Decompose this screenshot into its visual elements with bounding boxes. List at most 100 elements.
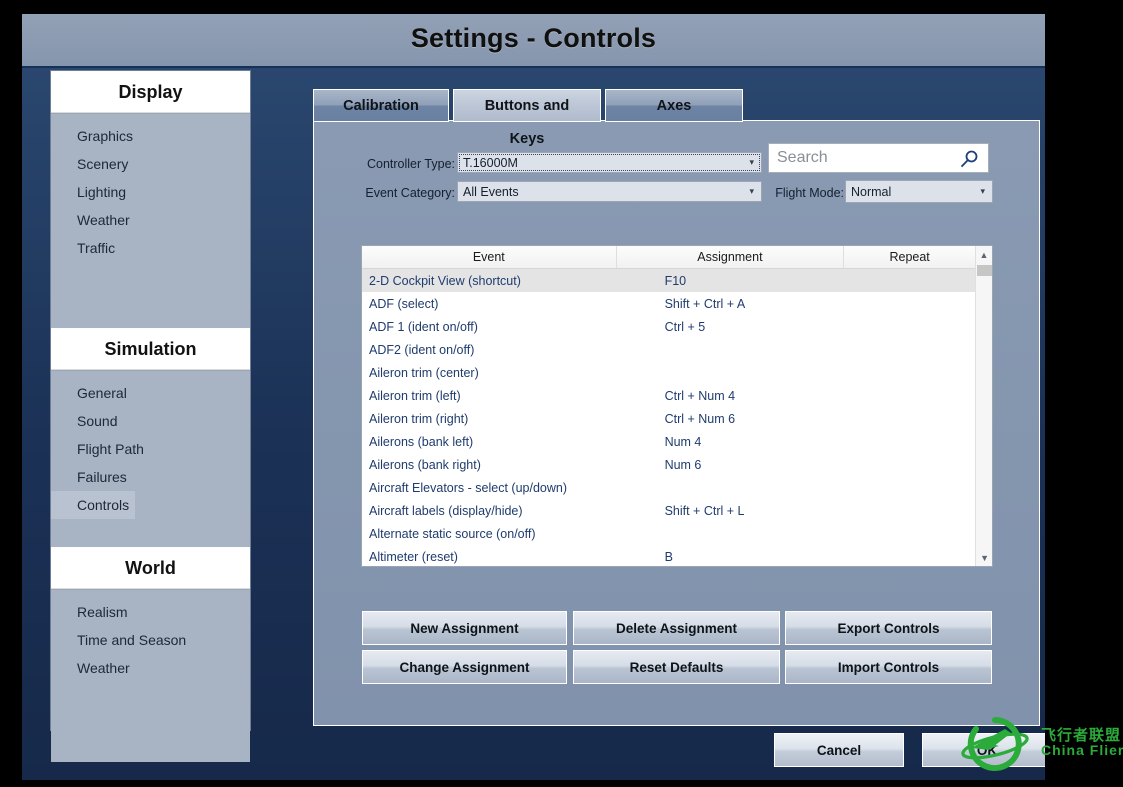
assignments-table-rows: 2-D Cockpit View (shortcut)F10ADF (selec… bbox=[362, 269, 975, 566]
window-title: Settings - Controls bbox=[22, 23, 1045, 54]
cell-event: Altimeter (reset) bbox=[362, 550, 617, 564]
table-row[interactable]: Aircraft Elevators - select (up/down) bbox=[362, 476, 975, 499]
search-placeholder-text: Search bbox=[777, 149, 828, 167]
sidebar-spacer-simulation bbox=[51, 519, 250, 537]
watermark-chinese-text: 飞行者联盟 bbox=[1041, 724, 1121, 745]
sidebar-group-body-simulation: General Sound Flight Path Failures Contr… bbox=[51, 371, 250, 547]
chevron-down-icon: ▾ bbox=[980, 185, 985, 196]
cell-event: ADF (select) bbox=[362, 297, 617, 311]
watermark-english-text: China Flier bbox=[1041, 742, 1123, 758]
event-category-dropdown-box[interactable]: All Events ▾ bbox=[457, 181, 762, 202]
table-row[interactable]: ADF 1 (ident on/off)Ctrl + 5 bbox=[362, 315, 975, 338]
sidebar-item-controls[interactable]: Controls bbox=[51, 491, 135, 519]
sidebar-item-weather-world[interactable]: Weather bbox=[51, 654, 250, 682]
sidebar-group-body-display: Graphics Scenery Lighting Weather Traffi… bbox=[51, 114, 250, 328]
event-category-label: Event Category: bbox=[351, 186, 455, 200]
sidebar-item-scenery[interactable]: Scenery bbox=[51, 150, 250, 178]
flight-mode-dropdown-box[interactable]: Normal ▾ bbox=[845, 180, 993, 203]
change-assignment-button[interactable]: Change Assignment bbox=[362, 650, 567, 684]
table-row[interactable]: Ailerons (bank right)Num 6 bbox=[362, 453, 975, 476]
tab-calibration[interactable]: Calibration bbox=[313, 89, 449, 122]
table-row[interactable]: Ailerons (bank left)Num 4 bbox=[362, 430, 975, 453]
cancel-button[interactable]: Cancel bbox=[774, 733, 904, 767]
table-row[interactable]: Aileron trim (left)Ctrl + Num 4 bbox=[362, 384, 975, 407]
flight-mode-dropdown[interactable]: Normal ▾ bbox=[845, 180, 993, 203]
column-header-repeat[interactable]: Repeat bbox=[844, 246, 975, 268]
sidebar-item-flight-path[interactable]: Flight Path bbox=[51, 435, 250, 463]
table-row[interactable]: Aircraft labels (display/hide)Shift + Ct… bbox=[362, 499, 975, 522]
cell-assignment: Shift + Ctrl + A bbox=[617, 297, 845, 311]
table-row[interactable]: ADF (select)Shift + Ctrl + A bbox=[362, 292, 975, 315]
sidebar-group-header-display: Display bbox=[51, 71, 250, 114]
table-row[interactable]: ADF2 (ident on/off) bbox=[362, 338, 975, 361]
cell-assignment: B bbox=[617, 550, 845, 564]
assignments-table-body-wrap: Event Assignment Repeat 2-D Cockpit View… bbox=[362, 246, 975, 566]
new-assignment-button[interactable]: New Assignment bbox=[362, 611, 567, 645]
cell-assignment: F10 bbox=[617, 274, 845, 288]
settings-dialog-window: Settings - Controls Display Graphics Sce… bbox=[22, 14, 1045, 780]
cell-assignment: Ctrl + Num 6 bbox=[617, 412, 845, 426]
table-row[interactable]: Altimeter (reset)B bbox=[362, 545, 975, 566]
cell-assignment: Ctrl + 5 bbox=[617, 320, 845, 334]
cell-assignment: Num 6 bbox=[617, 458, 845, 472]
table-row[interactable]: 2-D Cockpit View (shortcut)F10 bbox=[362, 269, 975, 292]
cell-event: Ailerons (bank left) bbox=[362, 435, 617, 449]
controller-type-label: Controller Type: bbox=[360, 157, 455, 171]
settings-sidebar: Display Graphics Scenery Lighting Weathe… bbox=[51, 71, 250, 730]
sidebar-group-header-simulation: Simulation bbox=[51, 328, 250, 371]
cell-event: Alternate static source (on/off) bbox=[362, 527, 617, 541]
window-titlebar: Settings - Controls bbox=[22, 14, 1045, 68]
table-vertical-scrollbar[interactable]: ▲ ▼ bbox=[975, 246, 992, 566]
controller-type-dropdown-box[interactable]: T.16000M ▾ bbox=[457, 152, 762, 173]
table-row[interactable]: Alternate static source (on/off) bbox=[362, 522, 975, 545]
sidebar-item-realism[interactable]: Realism bbox=[51, 598, 250, 626]
event-category-dropdown[interactable]: All Events ▾ bbox=[457, 181, 762, 202]
reset-defaults-button[interactable]: Reset Defaults bbox=[573, 650, 780, 684]
flight-mode-label: Flight Mode: bbox=[769, 186, 844, 200]
assignments-table-header: Event Assignment Repeat bbox=[362, 246, 975, 269]
chevron-down-icon: ▾ bbox=[749, 156, 754, 167]
table-row[interactable]: Aileron trim (center) bbox=[362, 361, 975, 384]
controller-type-dropdown[interactable]: T.16000M ▾ bbox=[457, 152, 762, 173]
table-row[interactable]: Aileron trim (right)Ctrl + Num 6 bbox=[362, 407, 975, 430]
settings-tabstrip: Calibration Buttons and Keys Axes bbox=[313, 89, 743, 122]
cell-event: Aircraft labels (display/hide) bbox=[362, 504, 617, 518]
chevron-down-icon: ▾ bbox=[749, 185, 754, 196]
sidebar-group-body-world: Realism Time and Season Weather bbox=[51, 590, 250, 762]
tab-buttons-and-keys[interactable]: Buttons and Keys bbox=[453, 89, 601, 122]
tab-axes[interactable]: Axes bbox=[605, 89, 743, 122]
cell-event: Aileron trim (center) bbox=[362, 366, 617, 380]
sidebar-item-lighting[interactable]: Lighting bbox=[51, 178, 250, 206]
sidebar-item-traffic[interactable]: Traffic bbox=[51, 234, 250, 262]
chevron-up-icon[interactable]: ▲ bbox=[976, 246, 992, 263]
cell-assignment: Num 4 bbox=[617, 435, 845, 449]
sidebar-item-graphics[interactable]: Graphics bbox=[51, 122, 250, 150]
import-controls-button[interactable]: Import Controls bbox=[785, 650, 992, 684]
export-controls-button[interactable]: Export Controls bbox=[785, 611, 992, 645]
controller-type-value: T.16000M bbox=[463, 156, 518, 170]
column-header-assignment[interactable]: Assignment bbox=[617, 246, 845, 268]
screen-root: Settings - Controls Display Graphics Sce… bbox=[0, 0, 1123, 787]
assignments-table: Event Assignment Repeat 2-D Cockpit View… bbox=[361, 245, 993, 567]
search-icon[interactable] bbox=[959, 150, 979, 174]
cell-event: Ailerons (bank right) bbox=[362, 458, 617, 472]
search-input[interactable]: Search bbox=[768, 143, 989, 173]
delete-assignment-button[interactable]: Delete Assignment bbox=[573, 611, 780, 645]
column-header-event[interactable]: Event bbox=[362, 246, 617, 268]
scrollbar-thumb[interactable] bbox=[977, 265, 992, 276]
sidebar-group-header-world: World bbox=[51, 547, 250, 590]
event-category-value: All Events bbox=[463, 185, 519, 199]
ok-button[interactable]: OK bbox=[922, 733, 1045, 767]
sidebar-item-general[interactable]: General bbox=[51, 379, 250, 407]
cell-assignment: Ctrl + Num 4 bbox=[617, 389, 845, 403]
cell-event: Aileron trim (left) bbox=[362, 389, 617, 403]
cell-event: Aileron trim (right) bbox=[362, 412, 617, 426]
cell-event: Aircraft Elevators - select (up/down) bbox=[362, 481, 617, 495]
sidebar-item-sound[interactable]: Sound bbox=[51, 407, 250, 435]
sidebar-item-time-and-season[interactable]: Time and Season bbox=[51, 626, 250, 654]
flight-mode-value: Normal bbox=[851, 185, 891, 199]
cell-event: ADF 1 (ident on/off) bbox=[362, 320, 617, 334]
sidebar-item-weather-display[interactable]: Weather bbox=[51, 206, 250, 234]
sidebar-item-failures[interactable]: Failures bbox=[51, 463, 250, 491]
chevron-down-icon[interactable]: ▼ bbox=[976, 549, 993, 566]
